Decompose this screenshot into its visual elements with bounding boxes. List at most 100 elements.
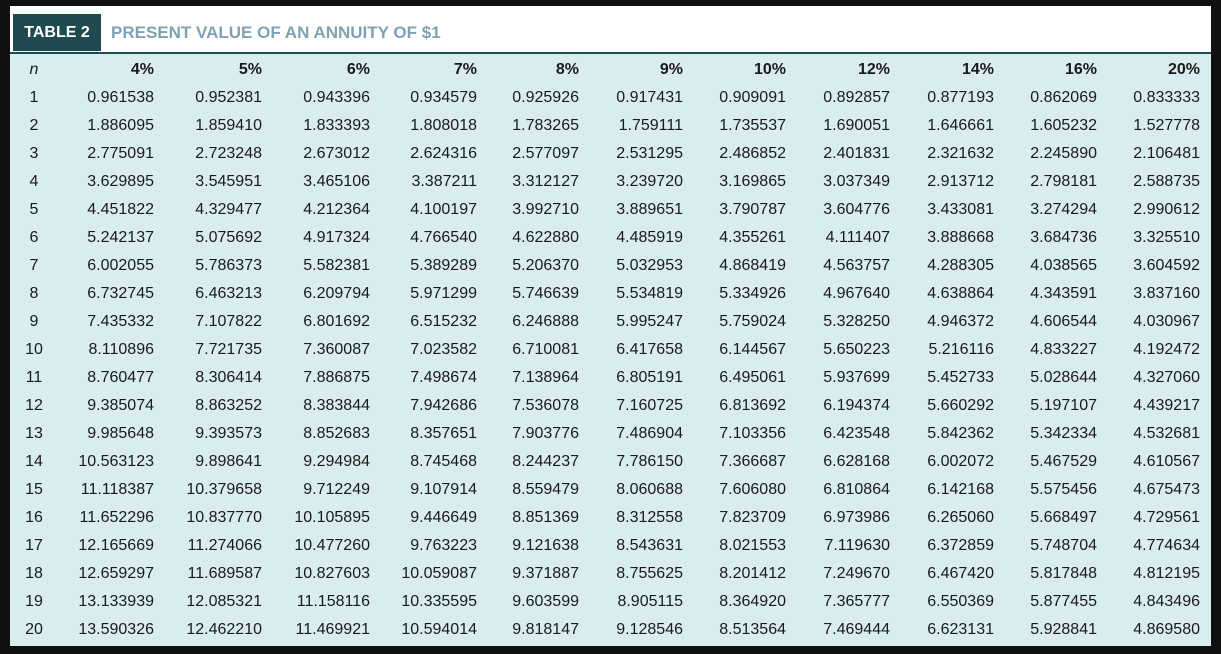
value-cell: 7.721735: [195, 341, 262, 358]
table-row: 13 9.985648 9.393573 8.852683 8.357651 7.9037…: [12, 420, 1200, 448]
table-header: n 4% 5% 6% 7% 8% 9% 10% 12% 14% 16% 20%: [12, 56, 1200, 84]
value-cell: 6.194374: [823, 397, 890, 414]
value-cell: 0.909091: [719, 89, 786, 106]
period-cell: 6: [29, 229, 39, 246]
value-cell: 7.942686: [410, 397, 477, 414]
value-cell: 8.306414: [195, 369, 262, 386]
value-cell: 8.244237: [512, 453, 579, 470]
table-row: 2 1.886095 1.859410 1.833393 1.808018 1.78326…: [12, 112, 1200, 140]
table-row: 17 12.165669 11.274066 10.477260 9.763223 9.1…: [12, 532, 1200, 560]
value-cell: 9.385074: [87, 397, 154, 414]
value-cell: 8.851369: [512, 509, 579, 526]
period-cell: 20: [25, 621, 43, 638]
value-cell: 5.660292: [927, 397, 994, 414]
period-cell: 18: [25, 565, 43, 582]
value-cell: 8.513564: [719, 621, 786, 638]
value-cell: 6.495061: [719, 369, 786, 386]
value-cell: 0.934579: [410, 89, 477, 106]
value-cell: 8.110896: [88, 341, 154, 358]
value-cell: 10.379658: [186, 481, 262, 498]
value-cell: 9.898641: [195, 453, 262, 470]
value-cell: 6.628168: [823, 453, 890, 470]
value-cell: 6.805191: [616, 369, 683, 386]
value-cell: 8.755625: [616, 565, 683, 582]
value-cell: 9.446649: [410, 509, 477, 526]
table-row: 8 6.732745 6.463213 6.209794 5.971299 5.74663…: [12, 280, 1200, 308]
value-cell: 7.536078: [512, 397, 579, 414]
rate-column-header: 16%: [1064, 61, 1097, 78]
value-cell: 2.588735: [1133, 173, 1200, 190]
value-cell: 8.060688: [616, 481, 683, 498]
value-cell: 4.606544: [1030, 313, 1097, 330]
value-cell: 9.128546: [616, 621, 683, 638]
table-row: 10 8.110896 7.721735 7.360087 7.023582 6.7100…: [12, 336, 1200, 364]
period-cell: 7: [29, 257, 39, 274]
value-cell: 1.808018: [410, 117, 477, 134]
value-cell: 4.843496: [1133, 593, 1200, 610]
value-cell: 3.684736: [1030, 229, 1097, 246]
rate-column-header: 8%: [555, 61, 579, 78]
value-cell: 10.059087: [401, 565, 477, 582]
value-cell: 5.786373: [195, 257, 262, 274]
period-cell: 8: [29, 285, 39, 302]
value-cell: 4.343591: [1030, 285, 1097, 302]
value-cell: 5.759024: [719, 313, 786, 330]
value-cell: 2.486852: [719, 145, 786, 162]
rate-column-header: 6%: [346, 61, 370, 78]
value-cell: 5.575456: [1030, 481, 1097, 498]
value-cell: 3.239720: [616, 173, 683, 190]
value-cell: 6.810864: [823, 481, 890, 498]
value-cell: 4.638864: [927, 285, 994, 302]
value-cell: 0.917431: [616, 89, 683, 106]
table-row: 1 0.961538 0.952381 0.943396 0.934579 0.92592…: [12, 84, 1200, 112]
value-cell: 12.462210: [186, 621, 262, 638]
value-cell: 4.212364: [303, 201, 370, 218]
value-cell: 6.732745: [87, 285, 154, 302]
table-row: 6 5.242137 5.075692 4.917324 4.766540 4.62288…: [12, 224, 1200, 252]
annuity-table-panel: TABLE 2 PRESENT VALUE OF AN ANNUITY OF $…: [10, 6, 1211, 646]
value-cell: 4.610567: [1133, 453, 1200, 470]
value-cell: 10.827603: [294, 565, 370, 582]
value-cell: 0.952381: [195, 89, 262, 106]
period-cell: 3: [29, 145, 39, 162]
value-cell: 4.729561: [1133, 509, 1200, 526]
value-cell: 11.652296: [79, 509, 154, 526]
value-cell: 2.577097: [512, 145, 579, 162]
value-cell: 5.028644: [1030, 369, 1097, 386]
value-cell: 8.364920: [719, 593, 786, 610]
value-cell: 0.892857: [823, 89, 890, 106]
period-cell: 15: [25, 481, 43, 498]
period-cell: 1: [29, 89, 39, 106]
value-cell: 9.985648: [87, 425, 154, 442]
value-cell: 7.823709: [719, 509, 786, 526]
value-cell: 2.990612: [1133, 201, 1200, 218]
value-cell: 9.603599: [512, 593, 579, 610]
period-cell: 14: [25, 453, 43, 470]
value-cell: 5.817848: [1030, 565, 1097, 582]
value-cell: 8.383844: [303, 397, 370, 414]
value-cell: 7.786150: [616, 453, 683, 470]
period-cell: 2: [29, 117, 39, 134]
value-cell: 6.209794: [303, 285, 370, 302]
value-cell: 1.646661: [927, 117, 994, 134]
value-cell: 4.192472: [1133, 341, 1200, 358]
value-cell: 4.030967: [1133, 313, 1200, 330]
value-cell: 8.760477: [87, 369, 154, 386]
value-cell: 5.242137: [87, 229, 154, 246]
value-cell: 10.335595: [401, 593, 477, 610]
period-cell: 4: [29, 173, 39, 190]
table-row: 3 2.775091 2.723248 2.673012 2.624316 2.57709…: [12, 140, 1200, 168]
value-cell: 3.037349: [823, 173, 890, 190]
value-cell: 5.995247: [616, 313, 683, 330]
value-cell: 7.886875: [303, 369, 370, 386]
value-cell: 13.590326: [78, 621, 154, 638]
value-cell: 8.312558: [616, 509, 683, 526]
value-cell: 3.604592: [1133, 257, 1200, 274]
table-row: 9 7.435332 7.107822 6.801692 6.515232 6.24688…: [12, 308, 1200, 336]
value-cell: 1.833393: [303, 117, 370, 134]
period-cell: 16: [25, 509, 43, 526]
value-cell: 9.121638: [512, 537, 579, 554]
value-cell: 8.357651: [410, 425, 477, 442]
table-row: 18 12.659297 11.689587 10.827603 10.059087 9.…: [12, 560, 1200, 588]
value-cell: 3.837160: [1133, 285, 1200, 302]
